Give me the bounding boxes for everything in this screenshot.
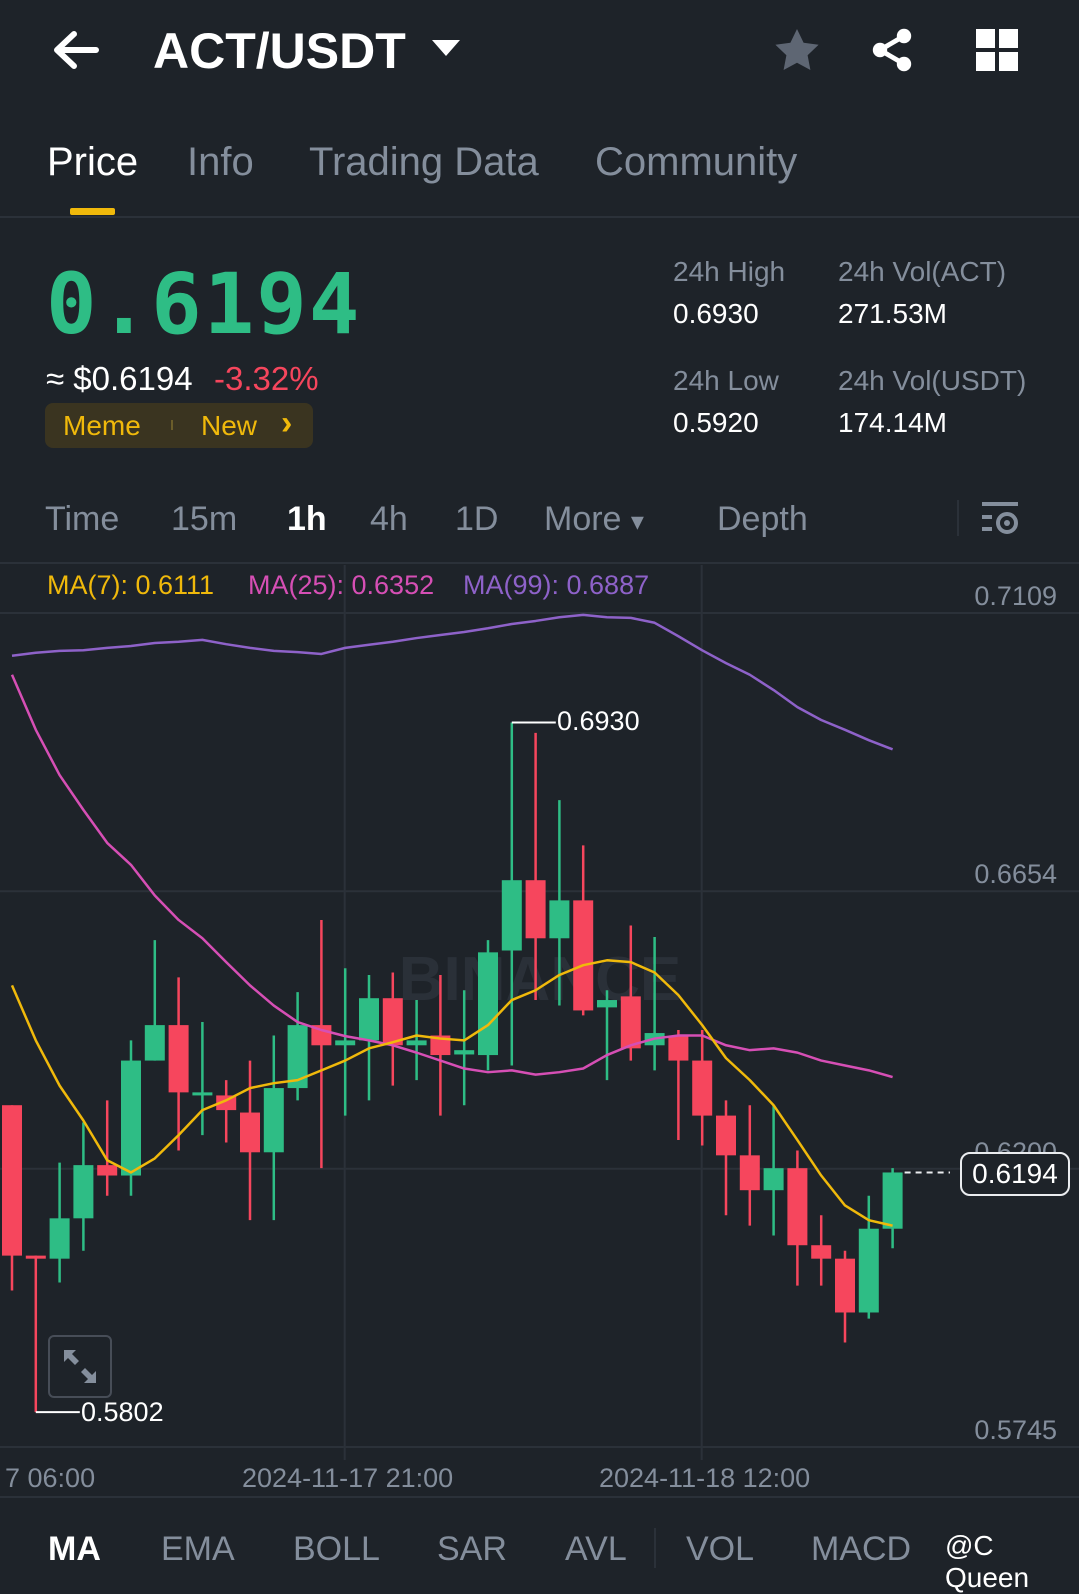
candle-down — [620, 996, 641, 1049]
candle-down — [573, 900, 594, 1011]
candle-up — [406, 1040, 427, 1046]
expand-chart-button[interactable] — [48, 1335, 112, 1398]
candle-up — [359, 998, 379, 1041]
candle-up — [335, 1040, 356, 1046]
candle-down — [716, 1115, 736, 1156]
indicator-boll[interactable]: BOLL — [293, 1530, 380, 1569]
expand-icon — [64, 1350, 96, 1383]
divider — [0, 1496, 1079, 1498]
candle-up — [882, 1172, 903, 1229]
indicator-macd[interactable]: MACD — [811, 1530, 911, 1569]
candle-up — [763, 1168, 784, 1191]
candle-up — [121, 1060, 141, 1176]
candle-up — [478, 952, 498, 1056]
candle-up — [192, 1092, 213, 1096]
candle-down — [25, 1255, 46, 1259]
candle-down — [382, 998, 403, 1046]
indicator-sar[interactable]: SAR — [437, 1530, 507, 1569]
indicator-ma[interactable]: MA — [48, 1530, 101, 1569]
divider — [654, 1528, 656, 1568]
candlestick-chart[interactable]: BINANCE — [0, 0, 1079, 1500]
low-marker-label: 0.5802 — [81, 1397, 164, 1427]
legend-ma25: MA(25): 0.6352 — [248, 570, 435, 600]
candle-up — [144, 1025, 165, 1061]
y-tick-label: 0.5745 — [974, 1415, 1057, 1445]
ma99-line — [11, 613, 894, 751]
candle-up — [287, 1025, 308, 1089]
candle-down — [525, 880, 546, 939]
x-tick-label: 2024-11-18 12:00 — [599, 1463, 811, 1493]
candle-down — [2, 1105, 22, 1256]
legend-ma99: MA(99): 0.6887 — [463, 570, 650, 600]
candle-up — [49, 1218, 70, 1259]
y-tick-label: 0.7109 — [974, 581, 1057, 611]
legend-ma7: MA(7): 0.6111 — [47, 570, 215, 600]
candle-down — [240, 1112, 260, 1153]
candle-down — [835, 1258, 855, 1313]
indicator-vol[interactable]: VOL — [686, 1530, 754, 1569]
candle-down — [668, 1036, 689, 1061]
candle-down — [787, 1168, 808, 1246]
candle-up — [858, 1228, 879, 1313]
last-price-label[interactable]: 0.6194 — [960, 1152, 1070, 1196]
candle-up — [73, 1165, 94, 1219]
candle-up — [549, 900, 570, 939]
candle-down — [168, 1025, 189, 1093]
ma25-line — [10, 674, 893, 1079]
candle-up — [597, 1000, 617, 1008]
user-watermark: @C Queen — [945, 1530, 1030, 1593]
indicator-ema[interactable]: EMA — [161, 1530, 235, 1569]
x-tick-label: 7 06:00 — [5, 1463, 96, 1493]
candle-up — [454, 1050, 475, 1055]
indicator-avl[interactable]: AVL — [565, 1530, 627, 1569]
y-tick-label: 0.6654 — [974, 859, 1057, 889]
x-tick-label: 2024-11-17 21:00 — [242, 1463, 454, 1493]
candle-down — [811, 1245, 832, 1259]
candle-up — [263, 1088, 284, 1153]
candle-down — [692, 1060, 713, 1116]
candle-down — [97, 1165, 118, 1176]
high-marker-label: 0.6930 — [557, 706, 640, 736]
candle-down — [739, 1155, 760, 1191]
candle-up — [501, 880, 522, 951]
